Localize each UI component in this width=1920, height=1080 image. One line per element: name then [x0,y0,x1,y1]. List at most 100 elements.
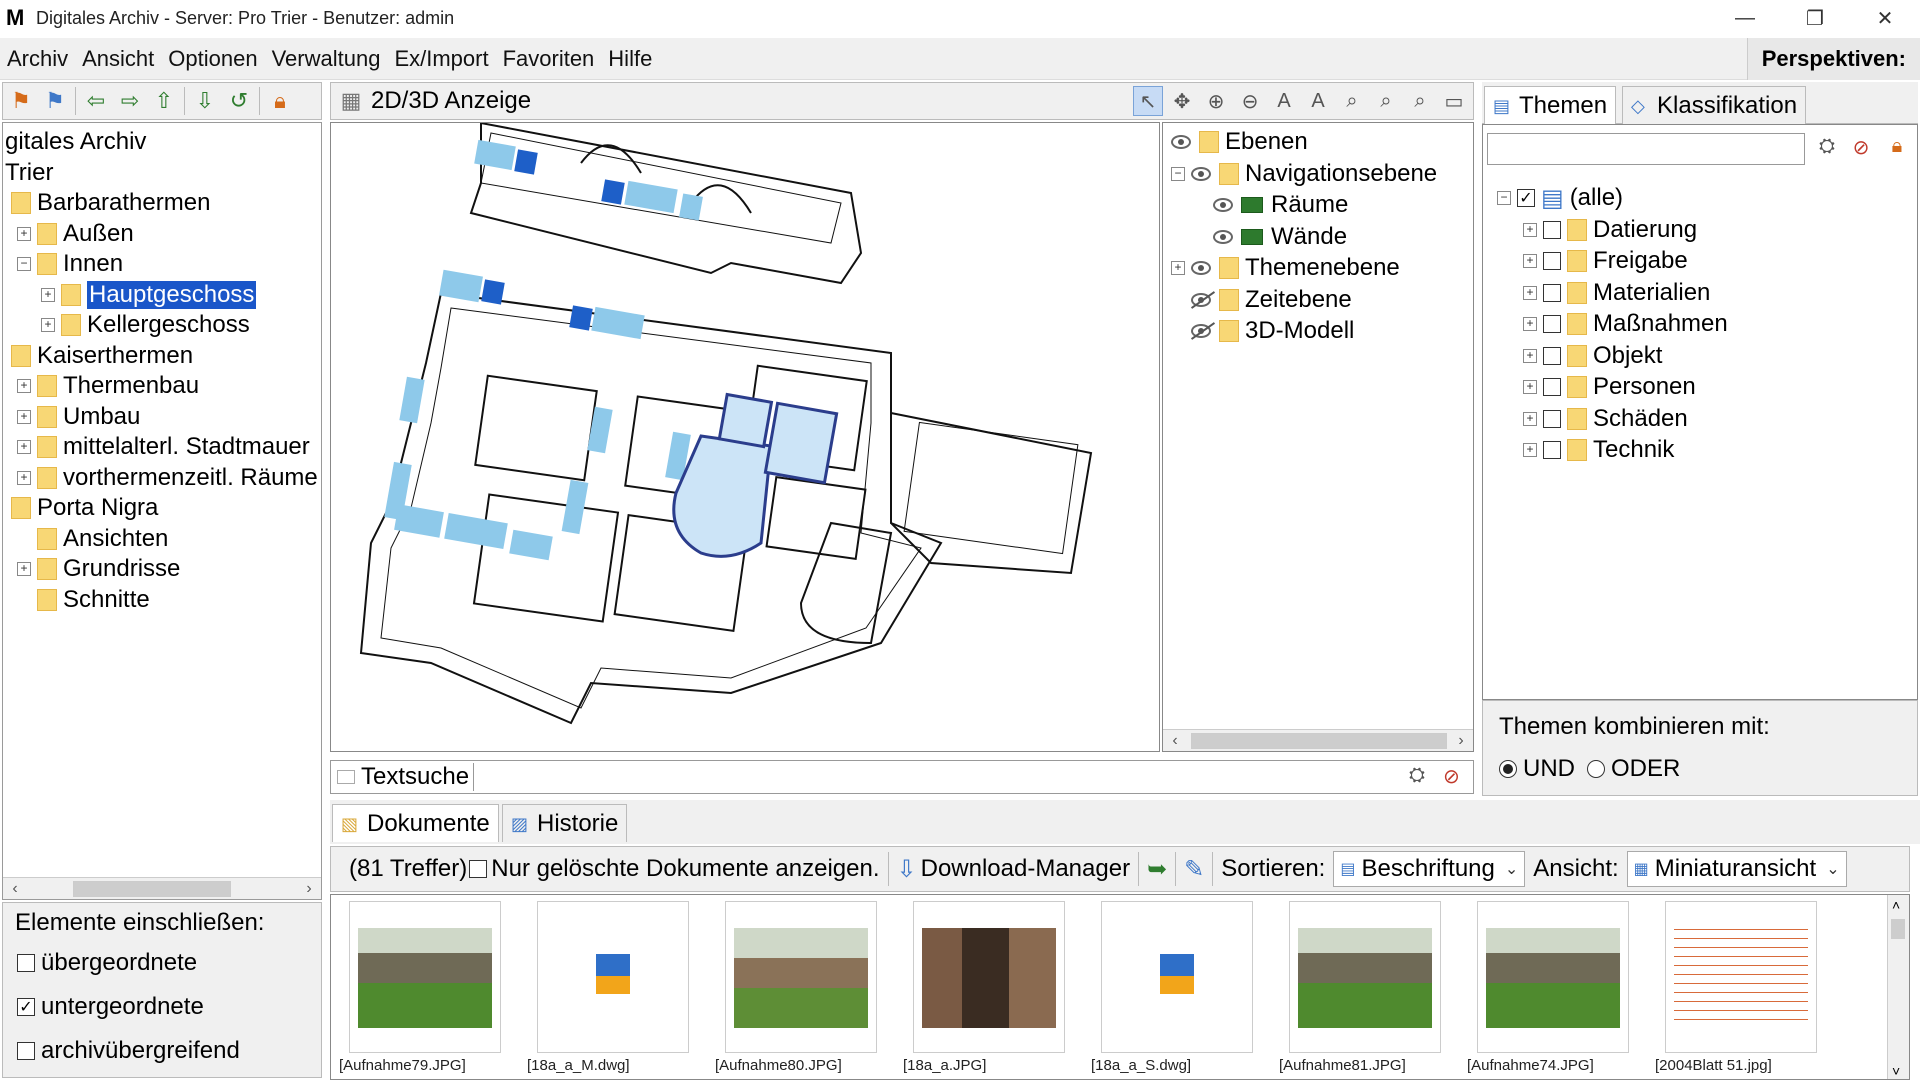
layer-item[interactable]: Ebenen [1171,127,1308,157]
floor-plan-map[interactable] [330,121,1160,752]
scroll-down-icon[interactable]: ˅ [1892,1063,1900,1079]
tree-item[interactable]: + mittelalterl. Stadtmauer [17,432,310,462]
theme-checkbox[interactable]: ✓ [1517,189,1535,207]
sort-select[interactable]: ▤ Beschriftung ⌄ [1333,851,1526,887]
minimize-icon[interactable]: — [1710,0,1780,36]
menu-verwaltung[interactable]: Verwaltung [265,46,388,72]
menu-hilfe[interactable]: Hilfe [601,46,659,72]
undo-icon[interactable]: ↺ [225,87,253,115]
eye-icon[interactable] [1191,261,1211,275]
close-icon[interactable]: ✕ [1850,0,1920,36]
tree-item[interactable]: − Innen [17,249,123,279]
theme-checkbox[interactable] [1543,346,1561,365]
room-dark-blue[interactable] [481,279,505,305]
layer-item[interactable]: 3D-Modell [1171,316,1354,346]
room-dark-blue[interactable] [601,179,625,205]
tree-item[interactable]: + Kellergeschoss [41,310,250,340]
layer-item[interactable]: − Navigationsebene [1171,159,1437,189]
scroll-thumb[interactable] [73,881,231,897]
room-light-blue[interactable] [394,504,444,538]
deleted-only-option[interactable]: Nur gelöschte Dokumente anzeigen. [469,855,887,883]
perspectives-label[interactable]: Perspektiven: [1746,38,1920,80]
zoom-extent-icon[interactable]: ⌕ [1405,86,1435,116]
tree-item[interactable]: Trier [5,158,53,188]
combine-und-option[interactable]: UND [1499,755,1575,783]
scroll-right-icon[interactable]: › [299,878,319,900]
restore-icon[interactable]: ❐ [1780,0,1850,36]
expand-icon[interactable]: + [1523,317,1537,331]
select-tool-icon[interactable]: ↖ [1133,86,1163,116]
view-select[interactable]: ▦ Miniaturansicht ⌄ [1626,851,1847,887]
export-icon[interactable]: ➥ [1139,855,1175,884]
document-thumbnail[interactable] [1289,901,1441,1053]
layers-horizontal-scrollbar[interactable]: ‹ › [1163,729,1473,751]
eye-icon[interactable] [1191,166,1211,181]
tree-item[interactable]: Kaiserthermen [11,341,193,371]
menu-favoriten[interactable]: Favoriten [496,46,602,72]
include-parent-option[interactable]: übergeordnete [17,949,197,977]
room-light-blue[interactable] [444,512,508,550]
tree-item[interactable]: + Außen [17,219,134,249]
expand-icon[interactable]: + [1171,261,1185,275]
expand-icon[interactable]: + [17,470,31,485]
menu-optionen[interactable]: Optionen [161,46,264,72]
lock-icon[interactable]: 🔒︎ [266,87,294,115]
scroll-left-icon[interactable]: ‹ [5,878,25,900]
room-selected-apse[interactable] [672,434,773,558]
theme-checkbox[interactable] [1543,220,1561,239]
tree-item[interactable]: + Thermenbau [17,371,199,401]
room-light-blue[interactable] [624,180,678,214]
document-thumbnail[interactable] [349,901,501,1053]
tree-item[interactable]: + Umbau [17,402,140,432]
theme-item[interactable]: − ✓ ▤ (alle) [1497,183,1623,213]
expand-icon[interactable]: + [1523,285,1537,300]
expand-icon[interactable]: + [1523,380,1537,394]
text-remove-icon[interactable]: A [1303,86,1333,116]
expand-icon[interactable]: + [1523,254,1537,268]
binoculars-icon[interactable]: ⛭ [1813,135,1841,163]
deleted-only-checkbox[interactable] [469,860,488,878]
download-manager-button[interactable]: ⇩ Download-Manager [889,855,1139,884]
edit-document-icon[interactable]: ✎ [1176,855,1212,884]
menu-ansicht[interactable]: Ansicht [75,46,161,72]
oder-radio[interactable] [1587,760,1605,778]
combine-oder-option[interactable]: ODER [1587,755,1680,783]
binoculars-icon[interactable]: ⛭ [1409,764,1425,787]
arrow-up-icon[interactable]: ⇧ [150,87,178,115]
arrow-right-icon[interactable]: ⇨ [116,87,144,115]
arrow-left-icon[interactable]: ⇦ [82,87,110,115]
tree-item[interactable]: + Hauptgeschoss [41,280,257,310]
document-thumbnail[interactable] [537,901,689,1053]
room-dark-blue[interactable] [514,149,538,175]
lock-icon[interactable]: 🔒︎ [1883,135,1911,163]
tab-themen[interactable]: ▤ Themen [1484,86,1617,124]
text-tool-icon[interactable]: A [1269,86,1299,116]
maximize-view-icon[interactable]: ▭ [1439,86,1469,116]
floor-plan-drawing[interactable] [331,121,1159,751]
scroll-right-icon[interactable]: › [1451,730,1471,752]
expand-icon[interactable]: + [1523,348,1537,363]
pan-tool-icon[interactable]: ✥ [1167,86,1197,116]
theme-item[interactable]: + Schäden [1523,404,1688,434]
room-light-blue[interactable] [591,306,645,340]
eye-icon[interactable] [1171,135,1191,149]
document-thumbnail[interactable] [1477,901,1629,1053]
theme-checkbox[interactable] [1543,441,1561,459]
eye-icon[interactable] [1213,198,1233,212]
zoom-out-icon[interactable]: ⊖ [1235,86,1265,116]
theme-item[interactable]: + Maßnahmen [1523,309,1728,339]
expand-icon[interactable]: + [1523,222,1537,237]
document-thumbnail[interactable] [725,901,877,1053]
collapse-icon[interactable]: − [17,257,31,271]
theme-item[interactable]: + Objekt [1523,341,1662,371]
expand-icon[interactable]: + [17,409,31,424]
expand-icon[interactable]: + [1523,443,1537,457]
arrow-down-icon[interactable]: ⇩ [191,87,219,115]
tree-item[interactable]: + Grundrisse [17,554,180,584]
clear-search-icon[interactable]: ⊘ [1443,764,1460,789]
tab-historie[interactable]: ▨ Historie [502,804,628,842]
theme-checkbox[interactable] [1543,283,1561,302]
layer-item[interactable]: Zeitebene [1171,285,1352,315]
room-dark-blue[interactable] [569,305,593,331]
scroll-thumb[interactable] [1891,919,1905,939]
